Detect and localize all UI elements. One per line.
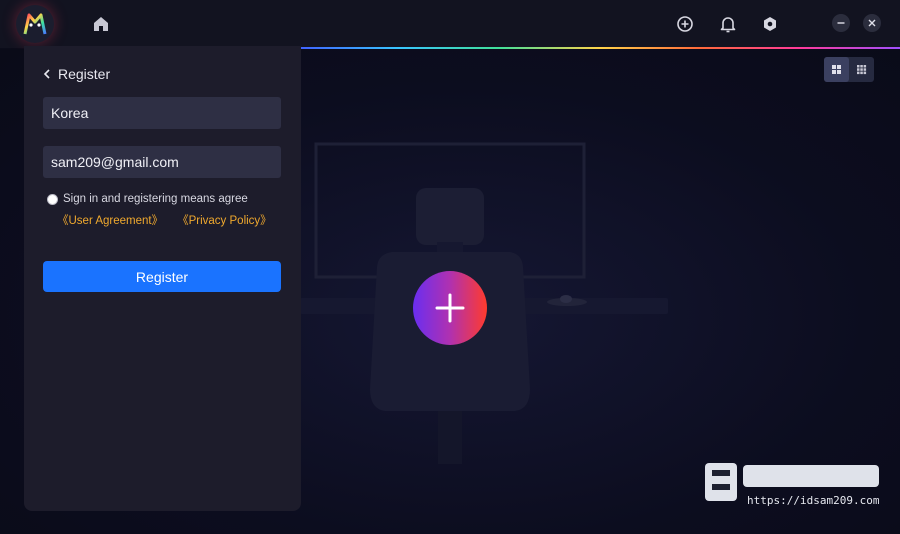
add-device-button[interactable] [413, 271, 487, 345]
add-circle-icon[interactable] [674, 13, 696, 35]
watermark-url: https://idsam209.com [747, 494, 880, 507]
back-label: Register [58, 66, 111, 82]
plus-icon [435, 293, 465, 323]
home-icon[interactable] [90, 13, 112, 35]
region-field[interactable] [43, 97, 281, 129]
user-agreement-link[interactable]: 《User Agreement》 [57, 212, 163, 228]
app-logo-icon[interactable] [16, 5, 54, 43]
view-toggle [824, 57, 874, 82]
minimize-icon[interactable] [832, 14, 850, 32]
email-field[interactable] [43, 146, 281, 178]
watermark: https://idsam209.com [703, 460, 883, 510]
privacy-policy-link[interactable]: 《Privacy Policy》 [177, 212, 272, 228]
grid-large-icon[interactable] [824, 57, 849, 82]
policy-links: 《User Agreement》 《Privacy Policy》 [57, 212, 272, 228]
close-icon[interactable] [863, 14, 881, 32]
agree-radio[interactable] [47, 193, 58, 205]
back-button[interactable]: Register [42, 66, 110, 82]
chevron-left-icon [43, 69, 50, 79]
register-button[interactable]: Register [43, 261, 281, 292]
settings-hex-icon[interactable] [759, 13, 781, 35]
agree-text: Sign in and registering means agree [63, 193, 248, 205]
bell-icon[interactable] [717, 13, 739, 35]
title-bar [0, 0, 900, 48]
agree-row: Sign in and registering means agree [47, 193, 248, 205]
register-panel: Register Sign in and registering means a… [24, 46, 301, 511]
grid-small-icon[interactable] [849, 57, 874, 82]
